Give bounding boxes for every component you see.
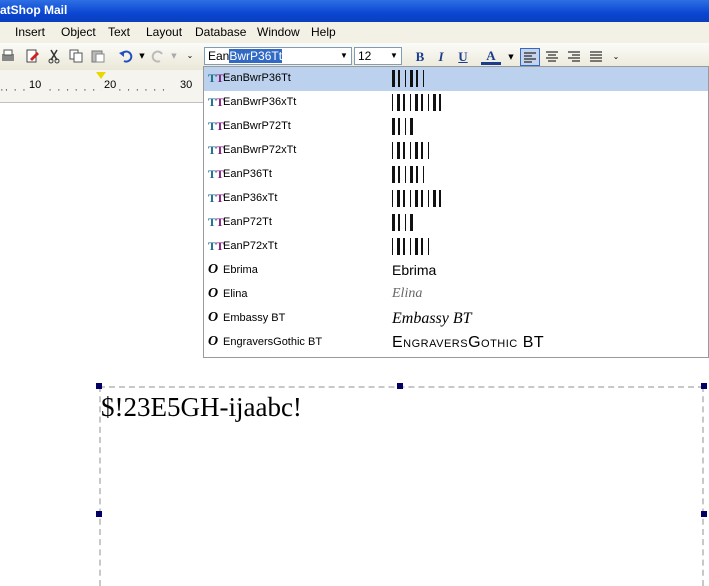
truetype-font-icon: TT — [208, 71, 225, 85]
opentype-font-icon: O — [208, 334, 219, 349]
truetype-font-icon: TT — [208, 167, 225, 181]
resize-handle-top-right[interactable] — [701, 383, 707, 389]
barcode-preview-icon — [392, 213, 452, 233]
text-color-dropdown-icon[interactable]: ▼ — [501, 48, 521, 66]
text-color-button[interactable]: A — [481, 48, 501, 65]
truetype-font-icon: TT — [208, 95, 225, 109]
font-list-item-name: EanP36Tt — [223, 168, 272, 180]
menu-bar: Insert Object Text Layout Database Windo… — [0, 22, 709, 43]
copy-icon[interactable] — [68, 48, 84, 64]
edit-icon[interactable] — [24, 48, 40, 64]
font-list-item-name: EanP72xTt — [223, 240, 278, 252]
font-preview-text: Elina — [392, 286, 423, 301]
undo-dropdown-icon[interactable]: ▼ — [134, 48, 150, 64]
font-preview-text: EngraversGothic BT — [392, 334, 545, 351]
title-bar: atShop Mail — [0, 0, 709, 22]
barcode-preview-icon — [392, 237, 452, 257]
ruler-ticks: ·· · · · · · · · · · · · · · · · · · · — [0, 84, 167, 96]
font-list-item-name: Elina — [223, 288, 248, 300]
font-list-item[interactable]: O Ebrima Ebrima — [204, 259, 708, 283]
font-list-item[interactable]: TT EanBwrP36Tt — [204, 67, 708, 91]
font-list-item[interactable]: TT EanP36Tt — [204, 163, 708, 187]
align-center-button[interactable] — [542, 48, 562, 66]
redo-icon[interactable] — [150, 48, 166, 64]
font-list-item[interactable]: TT EanP36xTt — [204, 187, 708, 211]
menu-help[interactable]: Help — [311, 25, 336, 39]
barcode-preview-icon — [392, 93, 452, 113]
undo-icon[interactable] — [118, 48, 134, 64]
truetype-font-icon: TT — [208, 143, 225, 157]
font-list-item[interactable]: TT EanBwrP72xTt — [204, 139, 708, 163]
opentype-font-icon: O — [208, 286, 219, 301]
size-dropdown-arrow-icon[interactable]: ▼ — [387, 48, 401, 64]
window-title: atShop Mail — [0, 3, 68, 17]
opentype-font-icon: O — [208, 262, 219, 277]
ruler-indent-marker[interactable] — [96, 72, 106, 79]
font-dropdown-list: TT EanBwrP36Tt TT EanBwrP36xTt TT EanBwrP72Tt… — [203, 66, 709, 358]
font-list-item-name: EanP36xTt — [223, 192, 278, 204]
font-list-item[interactable]: TT EanBwrP36xTt — [204, 91, 708, 115]
menu-window[interactable]: Window — [257, 25, 300, 39]
font-list-item-name: EanBwrP36xTt — [223, 96, 297, 108]
font-name-value[interactable]: EanBwrP36Tt — [208, 49, 283, 63]
resize-handle-top-center[interactable] — [397, 383, 403, 389]
font-list-item[interactable]: O EngraversGothic BT EngraversGothic BT — [204, 331, 708, 355]
font-list-item-name: EngraversGothic BT — [223, 336, 323, 348]
menu-insert[interactable]: Insert — [15, 25, 45, 39]
align-justify-button[interactable] — [586, 48, 606, 66]
cut-icon[interactable] — [46, 48, 62, 64]
ruler-label-10: 10 — [27, 79, 44, 91]
align-left-button[interactable] — [520, 48, 540, 66]
font-preview-text: Embassy BT — [392, 310, 472, 327]
resize-handle-middle-left[interactable] — [96, 511, 102, 517]
font-list-item[interactable]: TT EanP72Tt — [204, 211, 708, 235]
truetype-font-icon: TT — [208, 239, 225, 253]
toolbar-overflow-icon[interactable]: ⌄ — [182, 48, 198, 64]
font-preview-text: Ebrima — [392, 262, 437, 278]
font-list-item[interactable]: O Elina Elina — [204, 283, 708, 307]
font-list-item-name: EanP72Tt — [223, 216, 272, 228]
truetype-font-icon: TT — [208, 119, 225, 133]
menu-database[interactable]: Database — [195, 25, 246, 39]
bold-button[interactable]: B — [410, 48, 430, 66]
font-list-item-name: Ebrima — [223, 264, 258, 276]
font-list-item-name: Embassy BT — [223, 312, 286, 324]
font-size-value[interactable]: 12 — [358, 49, 371, 63]
truetype-font-icon: TT — [208, 215, 225, 229]
ruler-label-30: 30 — [178, 79, 195, 91]
menu-layout[interactable]: Layout — [146, 25, 182, 39]
barcode-preview-icon — [392, 69, 452, 89]
ruler-label-20: 20 — [102, 79, 119, 91]
menu-object[interactable]: Object — [61, 25, 96, 39]
align-right-button[interactable] — [564, 48, 584, 66]
font-name-combobox[interactable]: EanBwrP36Tt ▼ — [204, 47, 352, 65]
barcode-preview-icon — [392, 141, 452, 161]
font-size-combobox[interactable]: 12 ▼ — [354, 47, 402, 65]
underline-button[interactable]: U — [453, 48, 473, 66]
redo-dropdown-icon[interactable]: ▼ — [166, 48, 182, 64]
resize-handle-top-left[interactable] — [96, 383, 102, 389]
print-icon[interactable] — [0, 48, 16, 64]
font-list-item[interactable]: TT EanBwrP72Tt — [204, 115, 708, 139]
resize-handle-middle-right[interactable] — [701, 511, 707, 517]
font-list-item[interactable]: O Embassy BT Embassy BT — [204, 307, 708, 331]
truetype-font-icon: TT — [208, 191, 225, 205]
paste-icon[interactable] — [90, 48, 106, 64]
font-list-item-name: EanBwrP36Tt — [223, 72, 291, 84]
toolbar-overflow-right-icon[interactable]: ⌄ — [606, 48, 626, 66]
font-list-item[interactable]: TT EanP72xTt — [204, 235, 708, 259]
font-list-item-name: EanBwrP72Tt — [223, 120, 291, 132]
document-text[interactable]: $!23E5GH-ijaabc! — [101, 392, 302, 423]
barcode-preview-icon — [392, 165, 452, 185]
menu-text[interactable]: Text — [108, 25, 130, 39]
barcode-preview-icon — [392, 189, 452, 209]
opentype-font-icon: O — [208, 310, 219, 325]
italic-button[interactable]: I — [431, 48, 451, 66]
barcode-preview-icon — [392, 117, 452, 137]
font-dropdown-arrow-icon[interactable]: ▼ — [337, 48, 351, 64]
font-list-item-name: EanBwrP72xTt — [223, 144, 297, 156]
